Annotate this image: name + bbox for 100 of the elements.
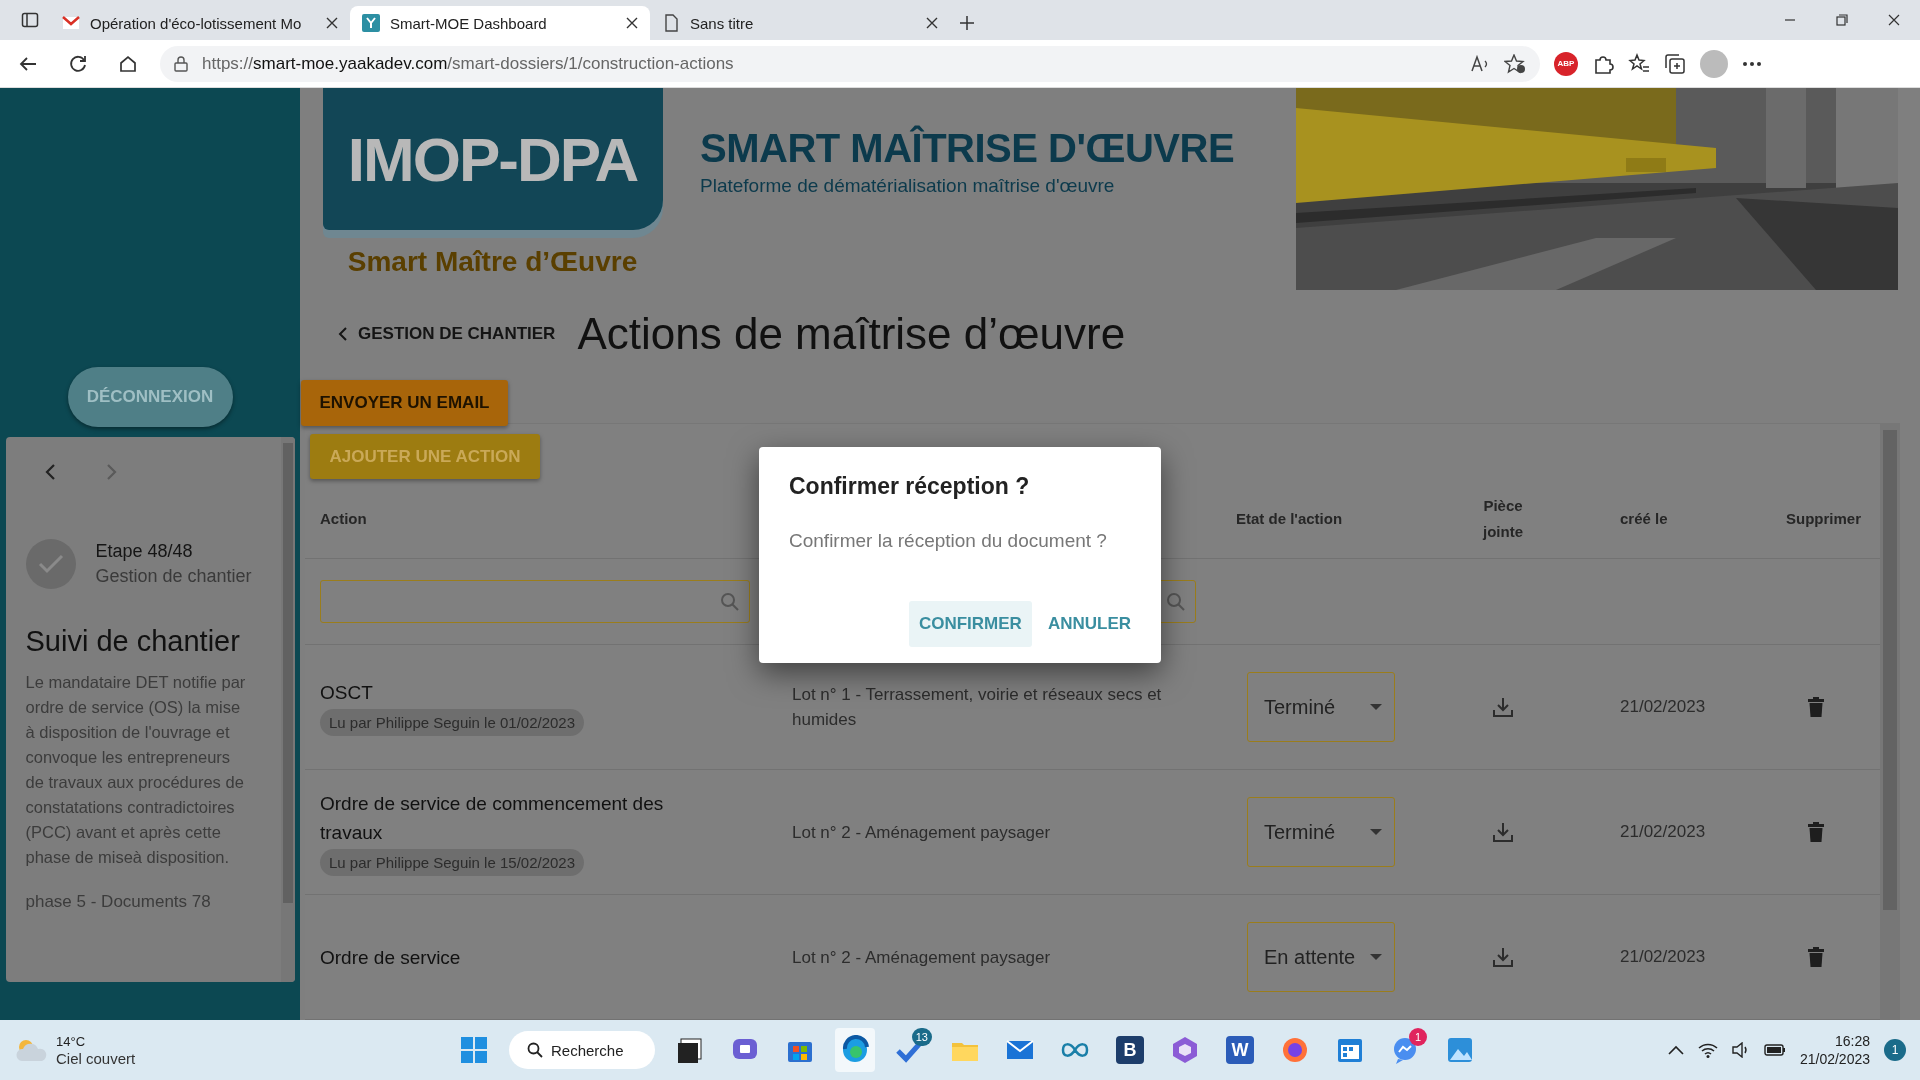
volume-icon[interactable] bbox=[1731, 1042, 1750, 1058]
task-view-icon[interactable] bbox=[675, 1035, 705, 1065]
close-icon[interactable] bbox=[1888, 14, 1900, 26]
more-icon[interactable] bbox=[1742, 60, 1762, 67]
column-header: créé le bbox=[1619, 510, 1668, 527]
lot-name: Lot n° 1 - Terrassement, voirie et réseaux secs et humides bbox=[792, 684, 1163, 731]
action-name: Ordre de service bbox=[320, 945, 462, 970]
favorites-icon[interactable] bbox=[1628, 52, 1650, 75]
notification-badge: 1 bbox=[1409, 1028, 1427, 1046]
close-icon[interactable] bbox=[626, 17, 638, 29]
send-email-button[interactable]: ENVOYER UN EMAIL bbox=[301, 380, 508, 426]
site-icon bbox=[362, 14, 380, 32]
dialog-button[interactable]: CONFIRMER bbox=[908, 601, 1032, 647]
column-header: Etat de l'action bbox=[1236, 510, 1344, 527]
url-text: https://smart-moe.yaakadev.com/smart-dossiers/1/construction-actions bbox=[202, 53, 734, 74]
status-value: Terminé bbox=[1264, 820, 1336, 844]
cloud-sun-icon bbox=[14, 1037, 48, 1063]
battery-icon[interactable] bbox=[1763, 1043, 1786, 1057]
dialog-title: Confirmer réception ? bbox=[789, 473, 1031, 500]
action-name: OSCT bbox=[320, 681, 374, 705]
status-select[interactable]: En attente bbox=[1247, 922, 1395, 992]
download-icon[interactable] bbox=[1492, 821, 1514, 843]
read-aloud-icon[interactable] bbox=[1470, 54, 1490, 73]
status-value: En attente bbox=[1264, 945, 1356, 969]
browser-tab[interactable]: Smart-MOE Dashboard bbox=[350, 6, 650, 40]
dropdown-caret-icon bbox=[1370, 953, 1382, 961]
weather-condition: Ciel couvert bbox=[56, 1050, 136, 1067]
clock-date: 21/02/2023 bbox=[1799, 1050, 1870, 1068]
search-field[interactable]: Recherche bbox=[509, 1031, 655, 1069]
close-icon[interactable] bbox=[926, 17, 938, 29]
address-field[interactable]: https://smart-moe.yaakadev.com/smart-dossiers/1/construction-actions bbox=[160, 45, 1540, 82]
logo-caption: Smart Maître d’Œuvre bbox=[347, 246, 638, 278]
clock-time: 16:28 bbox=[1833, 1032, 1870, 1050]
download-icon[interactable] bbox=[1492, 696, 1514, 718]
download-icon[interactable] bbox=[1492, 946, 1514, 968]
browser-tab[interactable]: Opération d'éco-lotissement Mo bbox=[50, 6, 350, 40]
app-icon[interactable]: B bbox=[1116, 1036, 1144, 1064]
browser-tab[interactable]: Sans titre bbox=[650, 6, 950, 40]
favorite-add-icon[interactable] bbox=[1504, 53, 1526, 74]
close-icon[interactable] bbox=[326, 17, 338, 29]
column-header: Action bbox=[320, 510, 368, 527]
site-subtitle: Plateforme de dématérialisation maîtrise d'œuvre bbox=[700, 175, 1116, 197]
notification-badge: 13 bbox=[911, 1028, 932, 1046]
created-date: 21/02/2023 bbox=[1619, 697, 1707, 717]
search-field[interactable] bbox=[320, 580, 750, 623]
dropdown-caret-icon bbox=[1370, 828, 1382, 836]
delete-icon[interactable] bbox=[1808, 697, 1824, 717]
tab-actions-icon[interactable] bbox=[21, 11, 39, 29]
tab-title: Smart-MOE Dashboard bbox=[390, 14, 548, 32]
home-icon[interactable] bbox=[118, 53, 138, 74]
step-name: Gestion de chantier bbox=[95, 566, 252, 587]
mail-icon bbox=[62, 14, 80, 32]
notification-badge[interactable]: 1 bbox=[1884, 1039, 1906, 1061]
search-placeholder: Recherche bbox=[551, 1041, 624, 1059]
created-date: 21/02/2023 bbox=[1619, 822, 1707, 842]
collections-icon[interactable] bbox=[1664, 52, 1686, 75]
step-note: phase 5 - Documents 78 bbox=[25, 892, 212, 912]
delete-icon[interactable] bbox=[1808, 947, 1824, 967]
step-description: Le mandataire DET notifie par ordre de service (OS) la mise à disposition de l'ouvrage et convoque les entrepreneurs de travaux aux procédures de constatations contradictoires (PCC) avant et après cette phase de miseà disposition. bbox=[25, 672, 247, 868]
back-link[interactable]: GESTION DE CHANTIER bbox=[338, 323, 556, 344]
restore-icon[interactable] bbox=[1836, 14, 1848, 26]
lot-name: Lot n° 2 - Aménagement paysager bbox=[792, 946, 1052, 969]
read-status-chip: Lu par Philippe Seguin le 01/02/2023 bbox=[320, 709, 585, 736]
chevron-up-icon[interactable] bbox=[1667, 1045, 1684, 1055]
status-select[interactable]: Terminé bbox=[1247, 672, 1395, 742]
dialog-message: Confirmer la réception du document ? bbox=[789, 530, 1108, 552]
lock-icon bbox=[174, 55, 188, 72]
search-icon bbox=[720, 592, 739, 611]
step-label: Etape 48/48 bbox=[95, 541, 194, 562]
search-icon bbox=[527, 1042, 543, 1058]
firefox-icon[interactable] bbox=[1280, 1035, 1310, 1065]
hexagon-icon[interactable] bbox=[1170, 1035, 1200, 1065]
column-header: Supprimer bbox=[1785, 510, 1862, 527]
tab-title: Opération d'éco-lotissement Mo bbox=[90, 14, 303, 32]
temperature: 14°C bbox=[56, 1033, 87, 1050]
dialog-button[interactable]: ANNULER bbox=[1037, 601, 1141, 647]
refresh-icon[interactable] bbox=[68, 53, 88, 74]
new-tab-icon[interactable] bbox=[959, 15, 975, 31]
check-icon bbox=[37, 554, 64, 574]
chevron-left-icon bbox=[338, 326, 348, 341]
search-icon bbox=[1166, 592, 1185, 611]
word-icon[interactable]: W bbox=[1226, 1036, 1254, 1064]
start-icon[interactable] bbox=[459, 1035, 489, 1065]
read-status-chip: Lu par Philippe Seguin le 15/02/2023 bbox=[320, 848, 585, 876]
lot-name: Lot n° 2 - Aménagement paysager bbox=[792, 821, 1052, 844]
status-select[interactable]: Terminé bbox=[1247, 797, 1395, 867]
section-title: Suivi de chantier bbox=[25, 625, 241, 658]
tab-title: Sans titre bbox=[690, 14, 755, 32]
site-title: SMART MAÎTRISE D'ŒUVRE bbox=[700, 126, 1235, 171]
adblock-icon[interactable]: ABP bbox=[1554, 51, 1578, 76]
delete-icon[interactable] bbox=[1808, 822, 1824, 842]
page-icon bbox=[662, 14, 680, 32]
previous-icon[interactable] bbox=[43, 463, 56, 481]
action-name: Ordre de service de commencement des travaux bbox=[320, 791, 665, 845]
browser-icon[interactable] bbox=[840, 1035, 870, 1065]
dropdown-caret-icon bbox=[1370, 703, 1382, 711]
page-heading: Actions de maîtrise d’œuvre bbox=[577, 308, 1126, 359]
column-header: Pièce jointe bbox=[1481, 495, 1524, 542]
wifi-icon[interactable] bbox=[1697, 1042, 1718, 1058]
photos-icon[interactable] bbox=[1445, 1035, 1475, 1065]
